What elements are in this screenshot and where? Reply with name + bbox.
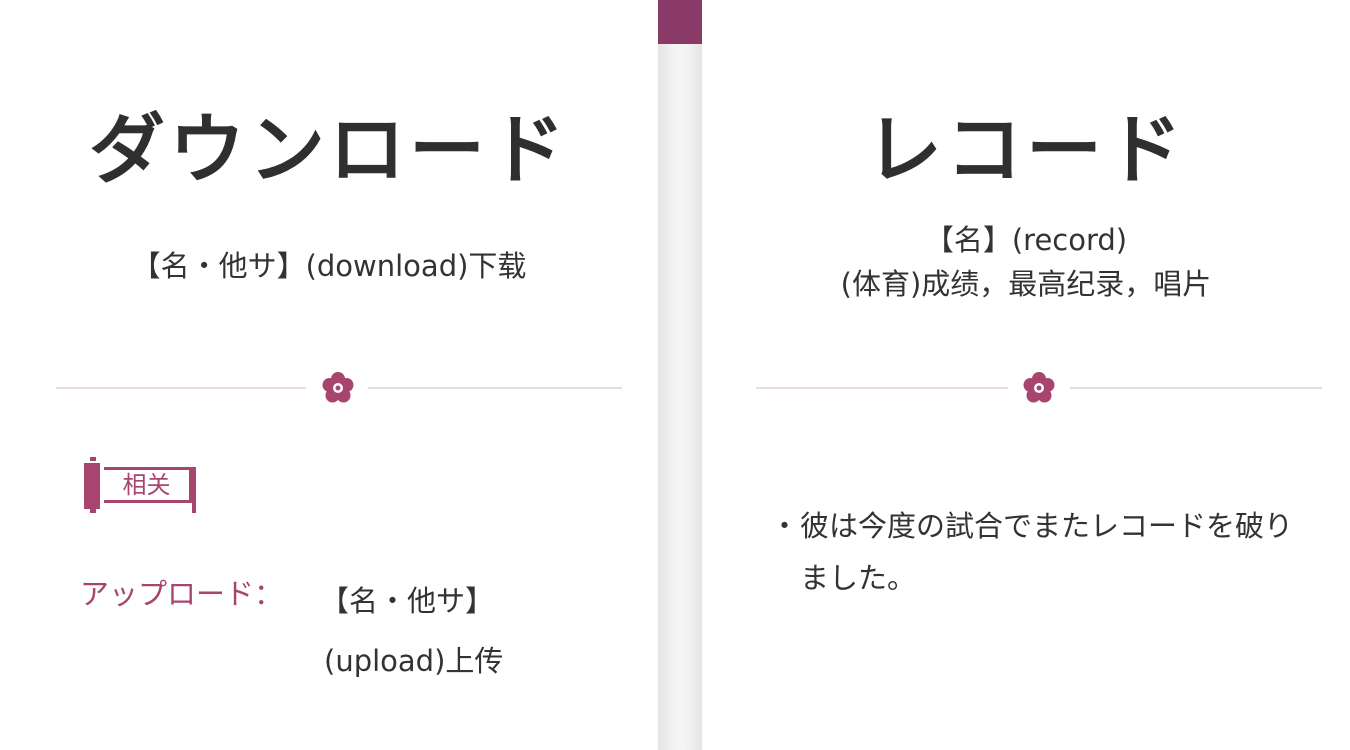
word-card-record[interactable]: レコード 【名】(record) (体育)成绩，最高纪录，唱片	[702, 0, 1350, 750]
related-tag-label: 相关	[104, 467, 192, 503]
example-text: 彼は今度の試合でまたレコードを破りました。	[800, 509, 1294, 595]
card-gutter	[658, 44, 702, 750]
related-definition-line2: (upload)上传	[324, 644, 504, 678]
related-tag: 相关	[84, 457, 199, 517]
bookmark-tab[interactable]	[658, 0, 702, 44]
headword: ダウンロード	[89, 105, 569, 194]
scroll-cap-bottom	[90, 509, 96, 513]
divider-line-right	[1070, 387, 1322, 389]
bullet: ・	[770, 509, 800, 543]
divider	[56, 368, 622, 408]
meaning: 【名・他サ】(download)下载	[131, 249, 527, 283]
related-term[interactable]: アップロード：	[80, 571, 283, 613]
scroll-cap-top	[90, 457, 96, 461]
related-definition-line1: 【名・他サ】	[320, 584, 495, 618]
word-card-download[interactable]: ダウンロード 【名・他サ】(download)下载 相关 アップロード： 【名・…	[0, 0, 658, 750]
related-definition: 【名・他サ】 (upload)上传	[320, 571, 503, 691]
meaning-line2: (体育)成绩，最高纪录，唱片	[840, 267, 1212, 301]
meaning: 【名】(record) (体育)成绩，最高纪录，唱片	[702, 218, 1350, 306]
divider-line-left	[56, 387, 306, 389]
example-sentence: ・ 彼は今度の試合でまたレコードを破りました。	[770, 500, 1310, 604]
scroll-spine	[84, 463, 100, 509]
divider-line-left	[756, 387, 1008, 389]
headword: レコード	[866, 105, 1186, 194]
meaning-line1: 【名】(record)	[924, 223, 1128, 257]
scroll-end-bar	[192, 467, 196, 513]
divider	[756, 368, 1322, 408]
divider-line-right	[368, 387, 622, 389]
sakura-flower-icon	[322, 372, 354, 403]
sakura-flower-icon	[1023, 372, 1055, 403]
